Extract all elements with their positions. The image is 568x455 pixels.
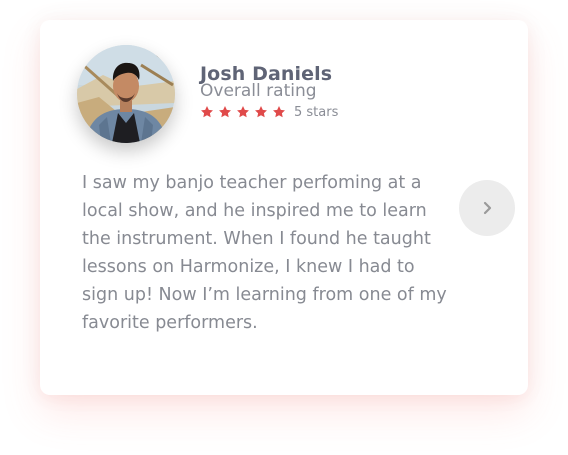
rating-row: 5 stars bbox=[200, 103, 338, 121]
next-button[interactable] bbox=[459, 180, 515, 236]
testimonial-quote: I saw my banjo teacher perfoming at a lo… bbox=[82, 173, 447, 333]
star-icon bbox=[218, 105, 232, 119]
star-icon bbox=[236, 105, 250, 119]
star-icon bbox=[272, 105, 286, 119]
rating-subtitle: Overall rating bbox=[200, 81, 317, 101]
stars-label: 5 stars bbox=[294, 104, 339, 120]
page: Josh Daniels Overall rating 5 stars I sa… bbox=[0, 0, 568, 455]
avatar bbox=[77, 45, 175, 143]
star-icon bbox=[200, 105, 214, 119]
star-icon bbox=[254, 105, 268, 119]
testimonial-card: Josh Daniels Overall rating 5 stars I sa… bbox=[40, 20, 528, 395]
star-rating bbox=[200, 105, 290, 119]
chevron-right-icon bbox=[483, 201, 492, 215]
